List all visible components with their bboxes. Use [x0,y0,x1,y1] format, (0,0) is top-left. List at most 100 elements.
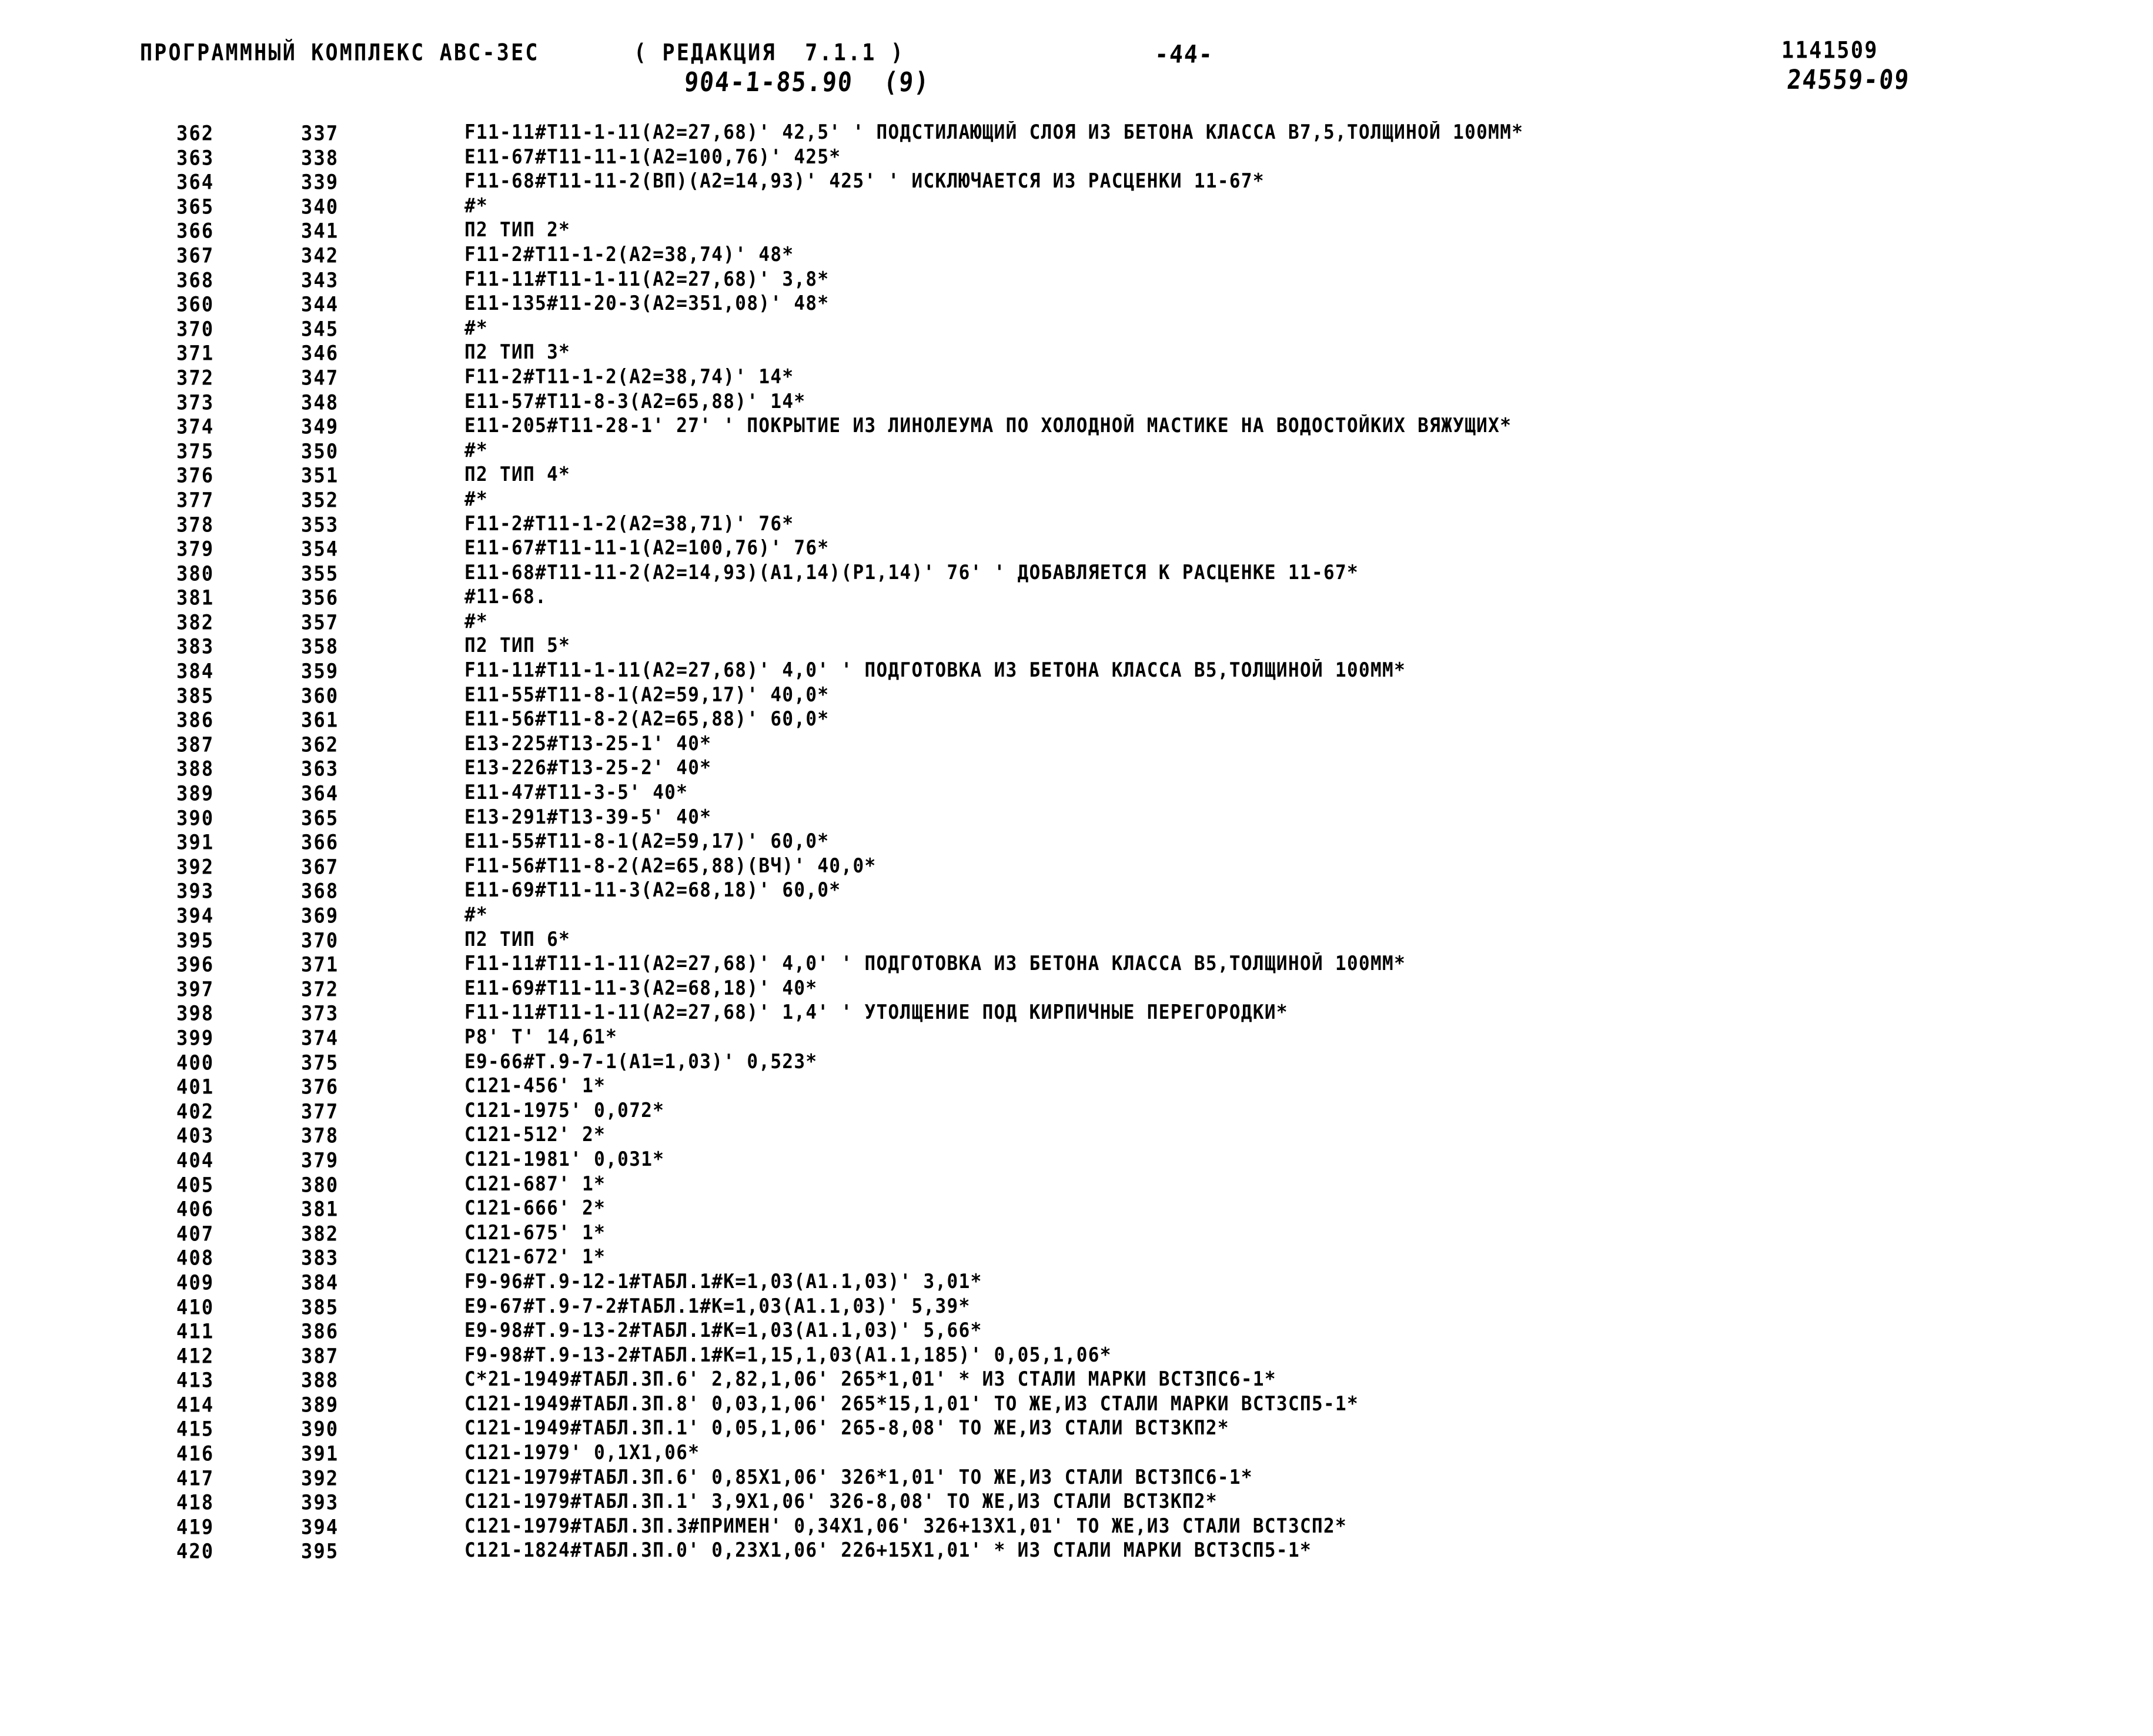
page-header: ПРОГРАММНЫЙ КОМПЛЕКС АВС-3ЕС ( РЕДАКЦИЯ … [0,31,2153,101]
document-code: 904-1-85.90 (9) [683,67,931,98]
row-code-text: F11-2#Т11-1-2(А2=38,71)' 76* [464,512,794,536]
document-page: ПРОГРАММНЫЙ КОМПЛЕКС АВС-3ЕС ( РЕДАКЦИЯ … [0,0,2153,1736]
row-sequence-number: 390 [176,805,215,830]
row-code-text: С121-1979#ТАБЛ.3П.1' 3,9Х1,06' 326-8,08'… [464,1490,1218,1514]
row-sequence-number: 411 [176,1319,215,1344]
table-row: 366 341 П2 ТИП 2* [0,219,2153,243]
table-row: 403 378 С121-512' 2* [0,1123,2153,1148]
row-sequence-number: 364 [176,170,215,195]
row-code-text: С121-456' 1* [464,1075,606,1098]
row-index-number: 343 [301,267,339,292]
row-code-text: Е13-225#Т13-25-1' 40* [464,732,712,755]
row-sequence-number: 377 [176,487,215,512]
row-sequence-number: 371 [176,341,215,366]
row-index-number: 380 [301,1172,339,1197]
table-row: 380 355 Е11-68#Т11-11-2(А2=14,93)(А1,14)(Р… [0,561,2153,586]
row-code-text: С121-1979#ТАБЛ.3П.6' 0,85Х1,06' 326*1,01… [464,1466,1253,1489]
page-number: -44- [1154,40,1215,69]
row-index-number: 377 [301,1099,339,1123]
table-row: 393 368 Е11-69#Т11-11-3(А2=68,18)' 60,0* [0,879,2153,904]
edition-label: ( РЕДАКЦИЯ 7.1.1 ) [634,40,905,66]
table-row: 367 342 F11-2#Т11-1-2(А2=38,74)' 48* [0,243,2153,268]
table-row: 381 356 #11-68. [0,586,2153,610]
table-row: 410 385 Е9-67#Т.9-7-2#ТАБЛ.1#К=1,03(А1.1,0… [0,1295,2153,1320]
row-code-text: Р8' Т' 14,61* [464,1025,618,1049]
row-index-number: 339 [301,170,339,195]
table-row: 391 366 Е11-55#Т11-8-1(А2=59,17)' 60,0* [0,830,2153,855]
row-sequence-number: 408 [176,1246,215,1270]
table-row: 363 338 Е11-67#Т11-11-1(А2=100,76)' 425* [0,146,2153,170]
row-sequence-number: 405 [176,1172,215,1197]
table-row: 406 381 С121-666' 2* [0,1197,2153,1222]
table-row: 414 389 С121-1949#ТАБЛ.3П.8' 0,03,1,06' 26… [0,1393,2153,1417]
row-sequence-number: 388 [176,757,215,781]
table-row: 376 351 П2 ТИП 4* [0,463,2153,488]
row-index-number: 353 [301,512,339,537]
row-index-number: 387 [301,1343,339,1368]
row-sequence-number: 396 [176,952,215,977]
row-code-text: F11-11#Т11-1-11(А2=27,68)' 3,8* [464,267,830,291]
table-row: 411 386 Е9-98#Т.9-13-2#ТАБЛ.1#К=1,03(А1.1,… [0,1319,2153,1344]
row-sequence-number: 360 [176,292,215,317]
row-sequence-number: 406 [176,1197,215,1222]
row-sequence-number: 416 [176,1441,215,1466]
table-row: 417 392 С121-1979#ТАБЛ.3П.6' 0,85Х1,06' 32… [0,1466,2153,1491]
row-sequence-number: 380 [176,561,215,586]
table-row: 377 352 #* [0,488,2153,513]
row-sequence-number: 419 [176,1514,215,1539]
row-index-number: 376 [301,1075,339,1099]
row-sequence-number: 363 [176,145,215,170]
row-index-number: 372 [301,976,339,1001]
table-row: 412 387 F9-98#Т.9-13-2#ТАБЛ.1#К=1,15,1,03(… [0,1344,2153,1369]
row-index-number: 351 [301,463,339,488]
table-row: 418 393 С121-1979#ТАБЛ.3П.1' 3,9Х1,06' 326… [0,1490,2153,1515]
row-sequence-number: 397 [176,976,215,1001]
row-index-number: 338 [301,145,339,170]
row-sequence-number: 375 [176,439,215,463]
row-index-number: 356 [301,586,339,610]
row-code-text: Е11-68#Т11-11-2(А2=14,93)(А1,14)(Р1,14)'… [464,561,1359,584]
row-index-number: 355 [301,561,339,586]
row-code-text: Е9-98#Т.9-13-2#ТАБЛ.1#К=1,03(А1.1,03)' 5… [464,1319,982,1342]
row-index-number: 366 [301,830,339,855]
row-sequence-number: 415 [176,1417,215,1441]
table-row: 409 384 F9-96#Т.9-12-1#ТАБЛ.1#К=1,03(А1.1,… [0,1270,2153,1295]
row-code-text: Е13-291#Т13-39-5' 40* [464,805,712,829]
row-index-number: 381 [301,1197,339,1222]
row-code-text: #* [464,610,489,633]
row-sequence-number: 400 [176,1050,215,1075]
row-index-number: 394 [301,1514,339,1539]
row-index-number: 378 [301,1123,339,1148]
row-code-text: С121-1949#ТАБЛ.3П.8' 0,03,1,06' 265*15,1… [464,1392,1359,1416]
row-sequence-number: 382 [176,610,215,634]
row-code-text: F11-11#Т11-1-11(А2=27,68)' 1,4' ' УТОЛЩЕ… [464,1001,1288,1025]
row-sequence-number: 402 [176,1099,215,1123]
row-sequence-number: 418 [176,1490,215,1515]
table-row: 373 348 Е11-57#Т11-8-3(А2=65,88)' 14* [0,390,2153,415]
row-code-text: Е11-47#Т11-3-5' 40* [464,781,688,804]
row-index-number: 367 [301,854,339,879]
document-id: 24559-09 [1786,65,1911,96]
row-code-text: Е11-205#Т11-28-1' 27' ' ПОКРЫТИЕ ИЗ ЛИНО… [464,414,1512,438]
row-sequence-number: 374 [176,414,215,439]
row-sequence-number: 414 [176,1392,215,1417]
table-row: 404 379 С121-1981' 0,031* [0,1148,2153,1173]
table-row: 362 337 F11-11#Т11-1-11(А2=27,68)' 42,5' '… [0,121,2153,146]
row-code-text: F11-2#Т11-1-2(А2=38,74)' 48* [464,243,794,266]
row-index-number: 364 [301,781,339,806]
row-code-text: Е11-56#Т11-8-2(А2=65,88)' 60,0* [464,708,830,731]
row-index-number: 365 [301,805,339,830]
table-row: 392 367 F11-56#Т11-8-2(А2=65,88)(ВЧ)' 40,0… [0,855,2153,879]
table-row: 364 339 F11-68#Т11-11-2(ВП)(А2=14,93)' 425… [0,170,2153,195]
row-sequence-number: 376 [176,463,215,488]
table-row: 407 382 С121-675' 1* [0,1222,2153,1246]
table-row: 397 372 Е11-69#Т11-11-3(А2=68,18)' 40* [0,977,2153,1002]
row-code-text: Е11-67#Т11-11-1(А2=100,76)' 425* [464,145,841,169]
table-row: 372 347 F11-2#Т11-1-2(А2=38,74)' 14* [0,366,2153,390]
row-sequence-number: 399 [176,1025,215,1051]
row-code-text: #11-68. [464,586,547,609]
row-sequence-number: 378 [176,512,215,537]
row-code-text: #* [464,487,489,511]
table-row: 365 340 #* [0,195,2153,219]
row-index-number: 392 [301,1466,339,1490]
